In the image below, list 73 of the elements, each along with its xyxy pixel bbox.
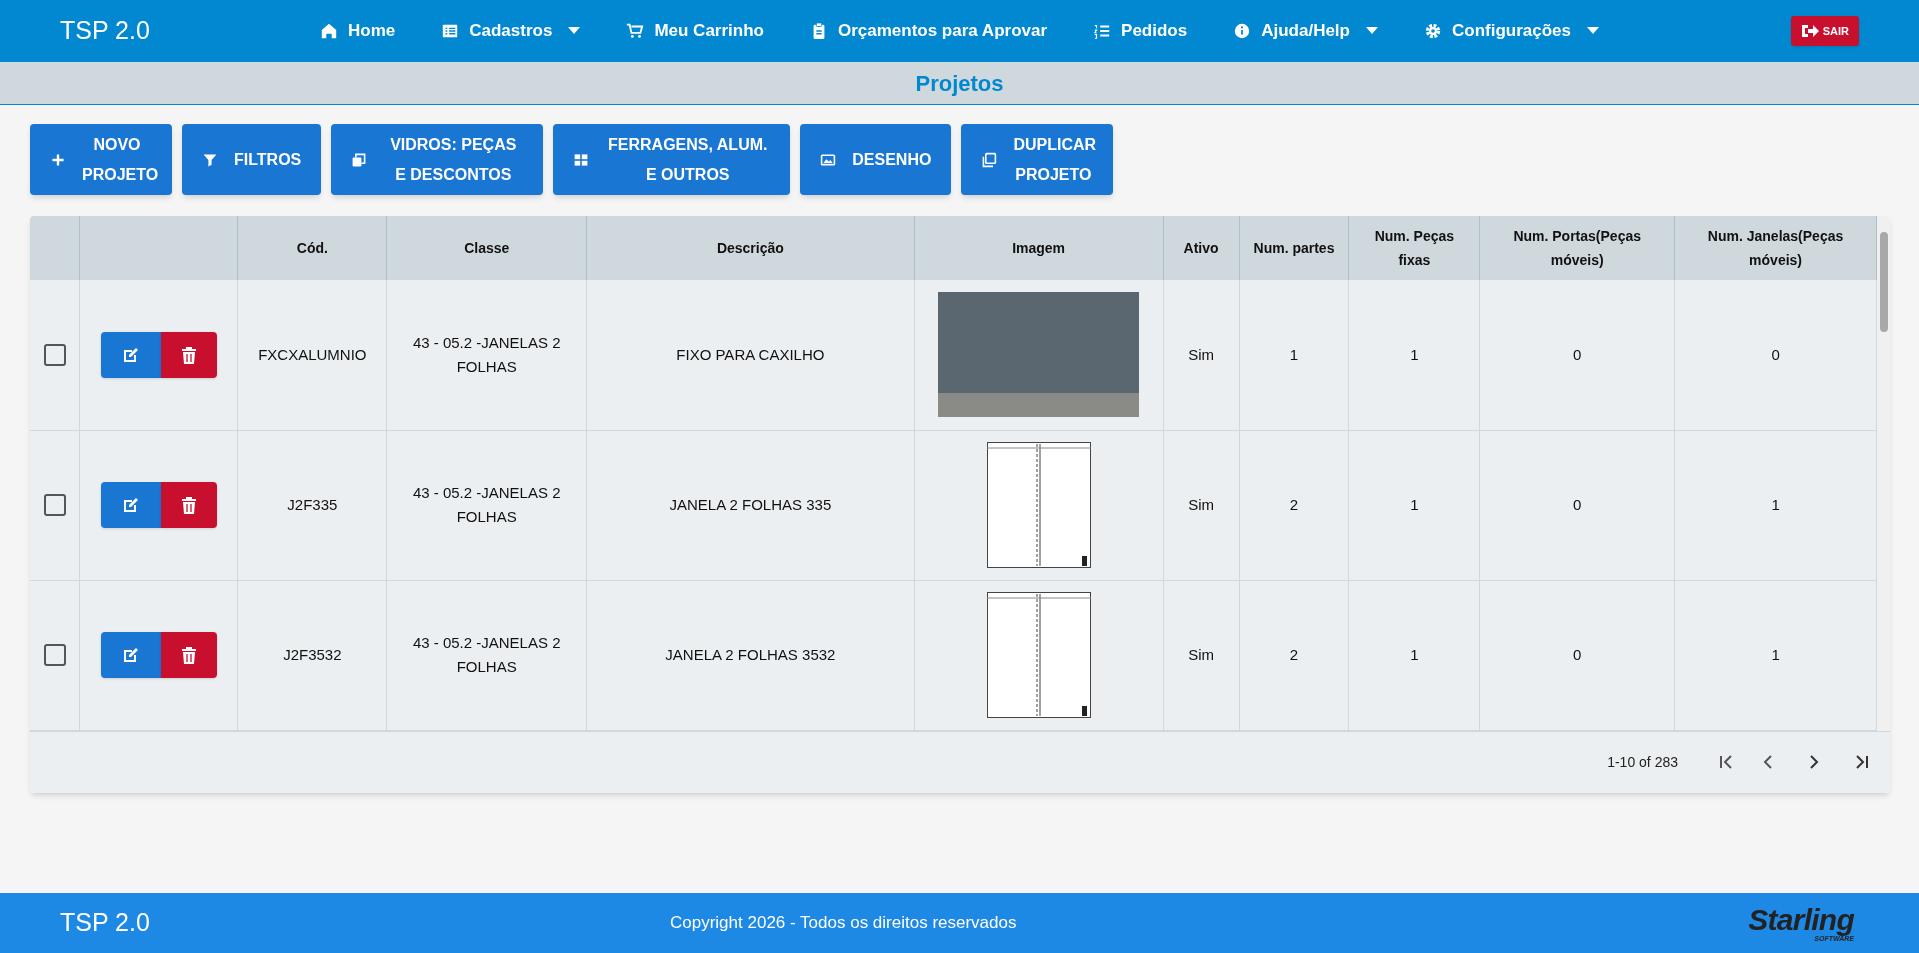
table-cell: Sim: [1163, 580, 1240, 730]
nav-link[interactable]: Cadastros: [441, 18, 581, 44]
edit-button[interactable]: [100, 632, 161, 678]
table-cell: FIXO PARA CAXILHO: [586, 280, 915, 430]
company-logo: Starling: [1748, 904, 1854, 935]
app-brand: TSP 2.0: [60, 15, 151, 47]
copy-icon: [981, 151, 998, 168]
table-cell: 2: [1239, 580, 1349, 730]
plus-icon: [50, 151, 66, 168]
trash-icon: [180, 646, 197, 664]
filter-icon: [202, 151, 218, 168]
nav-link[interactable]: Configurações: [1424, 18, 1599, 44]
toolbar-button[interactable]: DESENHO: [800, 124, 952, 195]
row-checkbox[interactable]: [43, 644, 66, 666]
table-cell: 1: [1674, 580, 1877, 730]
toolbar-button[interactable]: FERRAGENS, ALUM. E OUTROS: [553, 124, 791, 195]
table-cell: 0: [1479, 430, 1675, 580]
table-cell: 1: [1239, 280, 1349, 430]
page-title: Projetos: [915, 69, 1004, 98]
table-cell: 1: [1674, 430, 1877, 580]
nav-link[interactable]: Pedidos: [1093, 18, 1188, 44]
scrollbar[interactable]: [1877, 216, 1890, 731]
list-icon: [441, 22, 460, 40]
logout-button[interactable]: SAIR: [1790, 16, 1859, 46]
toolbar-button[interactable]: NOVO PROJETO: [30, 124, 172, 195]
table-cell: J2F335: [237, 430, 387, 580]
table-cell: 0: [1674, 280, 1877, 430]
edit-button[interactable]: [100, 482, 161, 528]
logout-icon: [1800, 23, 1819, 39]
delete-button[interactable]: [160, 632, 217, 678]
table-cell: 2: [1239, 430, 1349, 580]
table-cell: Sim: [1163, 280, 1240, 430]
trash-icon: [180, 496, 197, 514]
table-cell: 1: [1348, 280, 1480, 430]
delete-button[interactable]: [160, 482, 217, 528]
info-icon: [1233, 22, 1252, 40]
toolbar-button[interactable]: DUPLICAR PROJETO: [961, 124, 1114, 195]
trash-icon: [180, 345, 197, 364]
table-cell: FXCXALUMNIO: [237, 280, 387, 430]
pagination-range: 1-10 of 283: [1607, 752, 1678, 772]
table-cell: J2F3532: [237, 580, 387, 730]
nav-link[interactable]: Meu Carrinho: [626, 18, 764, 44]
table-cell: 1: [1348, 580, 1480, 730]
grid-icon: [573, 151, 590, 168]
cart-icon: [626, 22, 645, 40]
table-cell: 0: [1479, 580, 1675, 730]
row-checkbox[interactable]: [43, 343, 66, 366]
table-cell: 43 - 05.2 -JANELAS 2 FOLHAS: [386, 580, 587, 730]
copyright-text: Copyright 2026 - Todos os direitos reservados: [670, 912, 1017, 935]
toolbar-button[interactable]: FILTROS: [182, 124, 322, 195]
footer-brand: TSP 2.0: [60, 907, 151, 939]
home-icon: [320, 22, 338, 40]
next-page-button[interactable]: [1808, 754, 1820, 770]
nav-link[interactable]: Home: [320, 18, 396, 44]
settings-icon: [1424, 22, 1442, 40]
table-cell: 1: [1348, 430, 1480, 580]
delete-button[interactable]: [160, 331, 217, 378]
nav-link[interactable]: Orçamentos para Aprovar: [809, 18, 1048, 44]
edit-button[interactable]: [100, 331, 161, 378]
row-checkbox[interactable]: [43, 494, 66, 516]
table-cell: JANELA 2 FOLHAS 335: [586, 430, 915, 580]
table-cell: Sim: [1163, 430, 1240, 580]
table-cell: 0: [1479, 280, 1675, 430]
nav-link[interactable]: Ajuda/Help: [1233, 18, 1378, 44]
previous-page-button[interactable]: [1762, 754, 1774, 770]
copy-icon: [351, 151, 368, 168]
table-cell: 43 - 05.2 -JANELAS 2 FOLHAS: [386, 280, 587, 430]
toolbar-button[interactable]: VIDROS: PEÇAS E DESCONTOS: [331, 124, 544, 195]
last-page-button[interactable]: [1854, 754, 1870, 770]
image-icon: [820, 151, 837, 168]
table-cell: 43 - 05.2 -JANELAS 2 FOLHAS: [386, 430, 587, 580]
list-icon: [1093, 22, 1112, 40]
table-cell: JANELA 2 FOLHAS 3532: [586, 580, 915, 730]
